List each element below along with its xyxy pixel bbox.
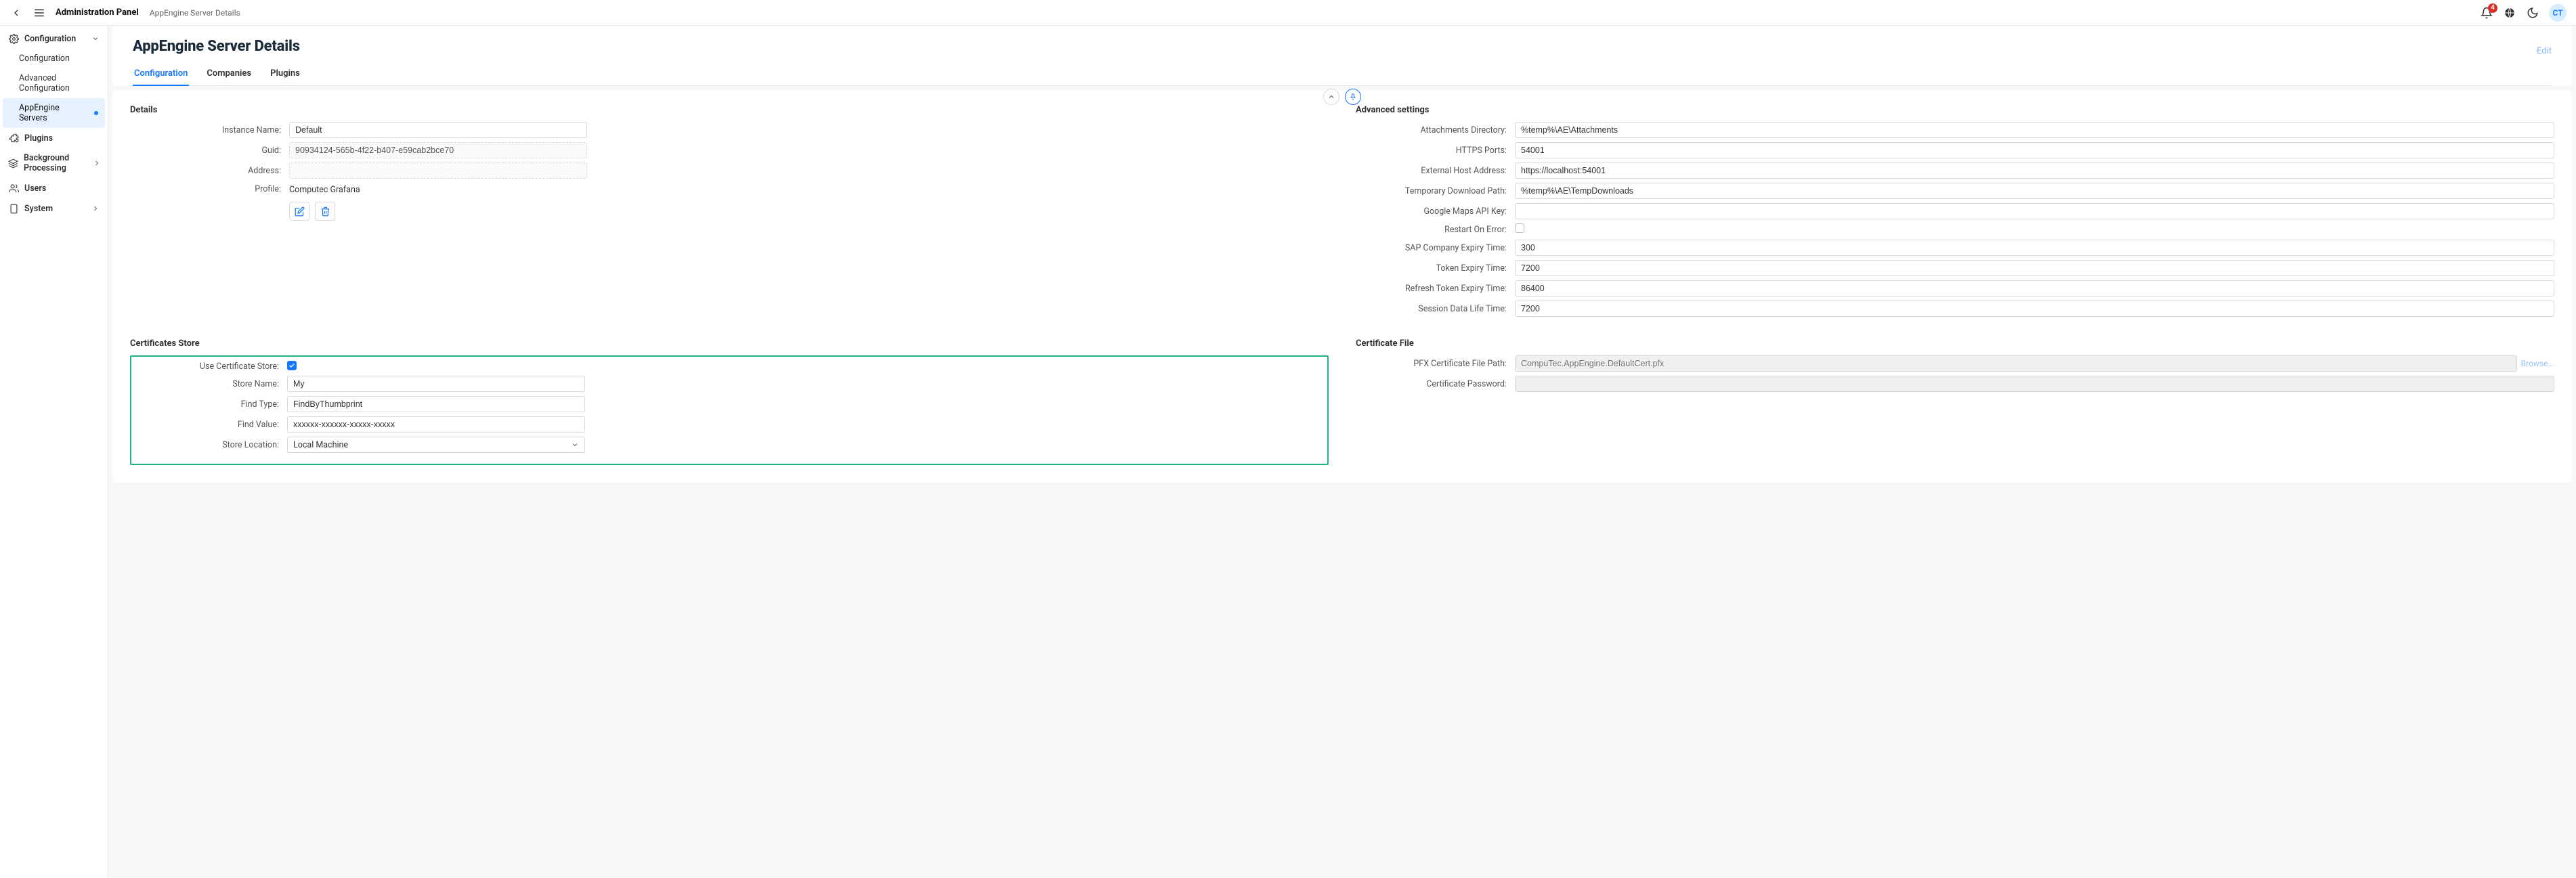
sidebar-item-label: Advanced Configuration [19,73,101,93]
sidebar-item-advanced-configuration[interactable]: Advanced Configuration [0,68,108,98]
sidebar-item-label: Background Processing [24,153,87,173]
breadcrumb: AppEngine Server Details [150,8,240,18]
main-area: AppEngine Server Details Edit Configurat… [108,26,2576,878]
puzzle-icon [8,133,19,144]
guid-label: Guid: [130,146,282,156]
sidebar-item-background-processing[interactable]: Background Processing [0,148,108,178]
pfx-path-input [1515,355,2517,372]
cert-password-label: Certificate Password: [1356,379,1508,389]
avatar[interactable]: CT [2549,4,2567,22]
app-title: Administration Panel [56,7,139,18]
attachments-dir-label: Attachments Directory: [1356,125,1508,135]
instance-name-input[interactable] [289,122,587,138]
chevron-right-icon [93,159,101,167]
gmaps-key-label: Google Maps API Key: [1356,206,1508,217]
attachments-dir-input[interactable] [1515,122,2554,138]
session-life-input[interactable] [1515,301,2554,317]
find-type-label: Find Type: [138,399,280,410]
sidebar-item-label: System [24,204,53,214]
tmp-download-input[interactable] [1515,183,2554,199]
sidebar-item-label: AppEngine Servers [19,103,89,123]
tmp-download-label: Temporary Download Path: [1356,186,1508,196]
store-location-value: Local Machine [293,440,348,450]
https-ports-input[interactable] [1515,142,2554,158]
find-value-input[interactable] [287,416,585,433]
store-name-label: Store Name: [138,379,280,389]
advanced-heading: Advanced settings [1356,105,2554,115]
active-dot-icon [94,111,98,115]
store-location-label: Store Location: [138,440,280,450]
sidebar-item-users[interactable]: Users [0,178,108,198]
pfx-path-label: PFX Certificate File Path: [1356,359,1508,369]
find-type-input[interactable] [287,396,585,412]
profile-label: Profile: [130,184,282,194]
chevron-down-icon [91,35,101,43]
globe-icon[interactable] [2503,6,2516,20]
cert-password-input [1515,376,2554,392]
refresh-token-expiry-label: Refresh Token Expiry Time: [1356,284,1508,294]
guid-input [289,142,587,158]
topbar: Administration Panel AppEngine Server De… [0,0,2576,26]
chevron-right-icon [91,204,101,213]
use-cert-store-label: Use Certificate Store: [138,361,280,372]
https-ports-label: HTTPS Ports: [1356,146,1508,156]
cert-file-heading: Certificate File [1356,338,2554,349]
sap-expiry-label: SAP Company Expiry Time: [1356,243,1508,253]
token-expiry-label: Token Expiry Time: [1356,263,1508,273]
sidebar-item-system[interactable]: System [0,198,108,219]
refresh-token-expiry-input[interactable] [1515,280,2554,297]
restart-on-error-checkbox[interactable] [1515,223,1524,233]
sidebar-item-appengine-servers[interactable]: AppEngine Servers [3,98,105,128]
find-value-label: Find Value: [138,420,280,430]
store-location-select[interactable]: Local Machine [287,437,585,453]
tab-configuration[interactable]: Configuration [133,64,189,85]
menu-icon[interactable] [33,6,46,20]
sidebar-item-plugins[interactable]: Plugins [0,128,108,148]
cert-store-heading: Certificates Store [130,338,1329,349]
tabs: Configuration Companies Plugins [133,64,2552,86]
device-icon [8,203,19,214]
session-life-label: Session Data Life Time: [1356,304,1508,314]
gear-icon [8,33,19,44]
edit-profile-button[interactable] [289,202,309,221]
sidebar-item-label: Configuration [24,34,76,44]
chevron-down-icon [571,441,579,449]
instance-name-label: Instance Name: [130,125,282,135]
collapse-panel-button[interactable] [1323,89,1339,105]
address-input [289,162,587,179]
delete-profile-button[interactable] [315,202,335,221]
details-heading: Details [130,105,1329,115]
address-label: Address: [130,166,282,176]
restart-on-error-label: Restart On Error: [1356,225,1508,235]
pin-panel-button[interactable] [1345,89,1361,105]
browse-button[interactable]: Browse... [2521,359,2554,368]
edit-link[interactable]: Edit [2537,46,2552,56]
ext-host-label: External Host Address: [1356,166,1508,176]
tab-plugins[interactable]: Plugins [269,64,301,85]
sidebar-item-label: Configuration [19,53,70,64]
sidebar-item-label: Users [24,183,46,194]
users-icon [8,183,19,194]
sidebar: Configuration Configuration Advanced Con… [0,26,108,878]
gmaps-key-input[interactable] [1515,203,2554,219]
cert-store-highlight: Use Certificate Store: Store Name: [130,355,1329,465]
store-name-input[interactable] [287,376,585,392]
notification-badge: 4 [2488,3,2497,13]
notifications-icon[interactable]: 4 [2480,6,2493,20]
sidebar-item-label: Plugins [24,133,53,144]
theme-toggle-icon[interactable] [2526,6,2539,20]
sidebar-item-configuration-sub[interactable]: Configuration [0,49,108,68]
tab-companies[interactable]: Companies [205,64,253,85]
sap-expiry-input[interactable] [1515,240,2554,256]
profile-value: Computec Grafana [289,183,587,195]
sidebar-item-configuration[interactable]: Configuration [0,28,108,49]
ext-host-input[interactable] [1515,162,2554,179]
back-icon[interactable] [9,6,23,20]
layers-icon [8,158,18,169]
page-title: AppEngine Server Details [133,38,300,55]
token-expiry-input[interactable] [1515,260,2554,276]
use-cert-store-checkbox[interactable] [287,361,297,370]
